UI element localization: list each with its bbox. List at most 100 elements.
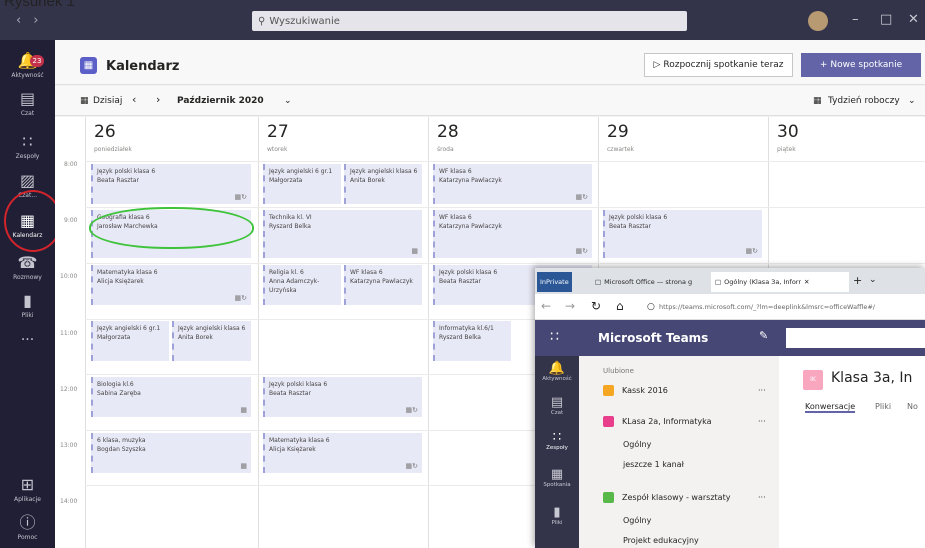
event-card[interactable]: Matematyka klasa 6 Alicja Księżarek ▦↻ [263, 433, 422, 473]
browser-tab-active[interactable]: □ Ogólny (Klasa 3a, Inforr ✕ [711, 272, 849, 292]
new-tab-icon[interactable]: + [853, 274, 862, 287]
meet-now-button[interactable]: ▷ Rozpocznij spotkanie teraz [644, 53, 793, 77]
day-header: 30 piątek [768, 117, 925, 161]
event-card[interactable]: Język polski klasa 6 Beata Rasztar ▦↻ [91, 164, 251, 204]
teams-title: Microsoft Teams [598, 331, 709, 345]
annotation-green-oval [89, 207, 254, 249]
event-card[interactable]: WF klasa 6 Katarzyna Pawlaczyk ▦↻ [433, 210, 592, 258]
event-organizer: Małgorzata [97, 334, 131, 341]
calendar-toolbar: ▦ Dzisiaj ‹ › Październik 2020 ⌄ ▦ Tydzi… [55, 86, 925, 116]
event-card[interactable]: Język angielski klasa 6 Anita Borek [344, 164, 422, 204]
rail-item-teams[interactable]: ∷ Zespoły [535, 431, 579, 452]
team-item[interactable]: KLasa 2a, Informatyka ··· [603, 416, 766, 427]
chevron-down-icon[interactable]: ⌄ [869, 275, 877, 285]
event-organizer: Beata Rasztar [97, 177, 139, 184]
event-status-icon: ▦↻ [234, 193, 247, 201]
minimize-icon[interactable]: – [852, 12, 859, 27]
event-card[interactable]: WF klasa 6 Katarzyna Pawlaczyk [344, 265, 422, 305]
teams-icon: ∷ [22, 132, 33, 151]
forward-arrow-icon[interactable]: → [565, 299, 575, 313]
rail-item-more[interactable]: ... [0, 328, 55, 344]
day-number: 28 [437, 122, 459, 142]
inprivate-badge: InPrivate [537, 272, 572, 292]
back-arrow-icon[interactable]: ← [541, 299, 551, 313]
app-launcher-icon[interactable]: ∷ [550, 329, 559, 345]
browser-window: InPrivate □ Microsoft Office — strona g … [535, 268, 925, 548]
rail-item-calls[interactable]: ☎ Rozmowy [0, 254, 55, 282]
event-card[interactable]: Biologia kl.6 Sabina Zaręba ▦ [91, 377, 251, 417]
event-organizer: Ryszard Belka [439, 334, 481, 341]
day-header: 26 poniedziałek [85, 117, 258, 161]
search-input[interactable]: ⚲ Wyszukiwanie [252, 11, 687, 31]
rail-item-files[interactable]: ▮ Pliki [535, 506, 579, 527]
event-card[interactable]: WF klasa 6 Katarzyna Pawlaczyk ▦↻ [433, 164, 592, 204]
back-arrow-icon[interactable]: ‹ [16, 13, 21, 28]
channel-item[interactable]: Projekt edukacyjny [623, 536, 699, 545]
forward-arrow-icon[interactable]: › [33, 13, 38, 28]
rail-item-meetings[interactable]: ▦ Spotkania [535, 468, 579, 489]
channel-item[interactable]: Ogólny [623, 516, 651, 525]
refresh-icon[interactable]: ↻ [591, 299, 601, 313]
team-avatar [603, 492, 614, 503]
event-card[interactable]: 6 klasa, muzyka Bogdan Szyszka ▦ [91, 433, 251, 473]
event-card[interactable]: Matematyka klasa 6 Alicja Księżarek ▦↻ [91, 265, 251, 305]
rail-item-chat[interactable]: ▤ Czat [0, 90, 55, 118]
tab-conversations[interactable]: Konwersacje [805, 402, 856, 413]
browser-tab[interactable]: □ Microsoft Office — strona g [591, 272, 708, 292]
more-icon[interactable]: ··· [758, 493, 766, 502]
channel-item[interactable]: Ogólny [623, 440, 651, 449]
event-organizer: Katarzyna Pawlaczyk [350, 278, 413, 285]
event-organizer: Małgorzata [269, 177, 303, 184]
event-card[interactable]: Język angielski 6 gr.1 Małgorzata [91, 321, 169, 361]
url-field[interactable]: https://teams.microsoft.com/_?lm=deeplin… [659, 303, 925, 311]
team-item[interactable]: Kassk 2016 ··· [603, 385, 766, 396]
team-item[interactable]: Zespół klasowy - warsztaty ··· [603, 492, 766, 503]
rail-item-chat[interactable]: ▤ Czat [535, 396, 579, 417]
avatar[interactable] [808, 11, 828, 31]
prev-week-icon[interactable]: ‹ [132, 93, 136, 106]
rail-item-activity[interactable]: 🔔 Aktywność 23 [0, 52, 55, 79]
rail-label: Aplikacje [14, 496, 41, 503]
event-card[interactable]: Informatyka kl.6/1 Ryszard Belka [433, 321, 511, 361]
chevron-down-icon[interactable]: ⌄ [284, 96, 292, 106]
month-label[interactable]: Październik 2020 [177, 96, 264, 106]
hour-label: 14:00 [60, 498, 78, 505]
tab-files[interactable]: Pliki [875, 402, 891, 411]
maximize-icon[interactable]: □ [880, 12, 892, 27]
event-card[interactable]: Język polski klasa 6 Beata Rasztar ▦↻ [603, 210, 762, 258]
view-selector[interactable]: Tydzień roboczy [828, 96, 900, 106]
tab-notes[interactable]: No [907, 402, 918, 411]
lock-icon: ▨ [19, 171, 36, 190]
event-card[interactable]: Technika kl. VI Ryszard Belka ▦ [263, 210, 422, 258]
close-icon[interactable]: ✕ [908, 12, 919, 27]
today-button[interactable]: Dzisiaj [93, 96, 122, 106]
more-icon[interactable]: ··· [758, 417, 766, 426]
event-card[interactable]: Język polski klasa 6 Beata Rasztar ▦↻ [263, 377, 422, 417]
team-avatar: IK [803, 370, 823, 390]
event-card[interactable]: Religia kl. 6 Anna Adamczyk-Urzyńska [263, 265, 341, 305]
event-title: 6 klasa, muzyka [97, 437, 146, 444]
history-nav: ‹ › [0, 13, 55, 28]
day-name: środa [437, 146, 454, 153]
event-card[interactable]: Język angielski klasa 6 Anita Borek [172, 321, 251, 361]
rail-item-apps[interactable]: ⊞ Aplikacje [0, 476, 55, 504]
plus-icon: + [819, 60, 828, 70]
channel-view: IK Klasa 3a, In Konwersacje Pliki No [779, 356, 925, 548]
event-status-icon: ▦↻ [745, 247, 758, 255]
new-meeting-button[interactable]: + Nowe spotkanie [801, 53, 921, 77]
rail-item-teams[interactable]: ∷ Zespoły [0, 132, 55, 161]
rail-item-help[interactable]: ⓘ Pomoc [0, 514, 55, 542]
event-title: Język angielski klasa 6 [178, 325, 246, 332]
chevron-down-icon[interactable]: ⌄ [908, 96, 916, 106]
rail-item-activity[interactable]: 🔔 Aktywność [535, 362, 579, 383]
day-number: 29 [607, 122, 629, 142]
channel-item[interactable]: jeszcze 1 kanał [623, 460, 684, 469]
close-tab-icon[interactable]: ✕ [804, 278, 809, 286]
new-chat-icon[interactable]: ✎ [759, 329, 768, 342]
more-icon[interactable]: ··· [758, 386, 766, 395]
next-week-icon[interactable]: › [156, 93, 160, 106]
home-icon[interactable]: ⌂ [616, 299, 624, 313]
event-card[interactable]: Język angielski 6 gr.1 Małgorzata [263, 164, 341, 204]
teams-search-input[interactable] [786, 328, 925, 348]
rail-item-files[interactable]: ▮ Pliki [0, 292, 55, 320]
